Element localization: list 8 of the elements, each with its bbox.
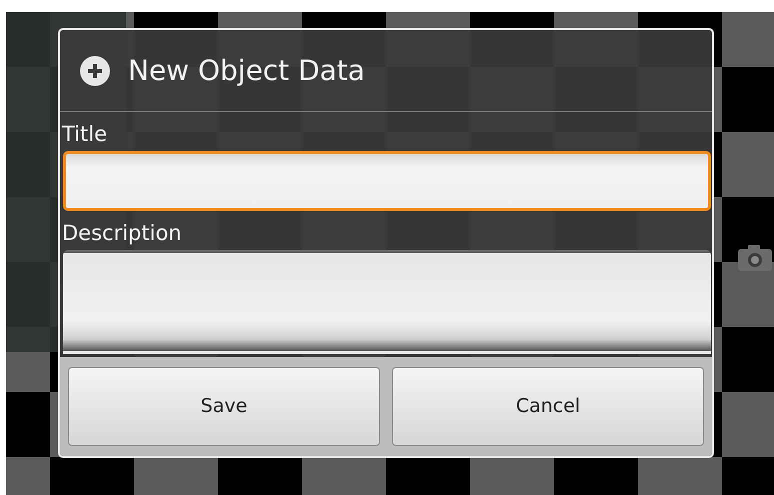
cancel-button[interactable]: Cancel xyxy=(392,367,704,446)
input-field[interactable] xyxy=(63,250,711,354)
save-button[interactable]: Save xyxy=(68,367,380,446)
dialog-title: New Object Data xyxy=(128,52,365,88)
field-label: Description xyxy=(62,223,182,244)
input-field[interactable] xyxy=(63,151,711,211)
field-label: Title xyxy=(62,124,108,145)
add-icon xyxy=(80,56,110,86)
